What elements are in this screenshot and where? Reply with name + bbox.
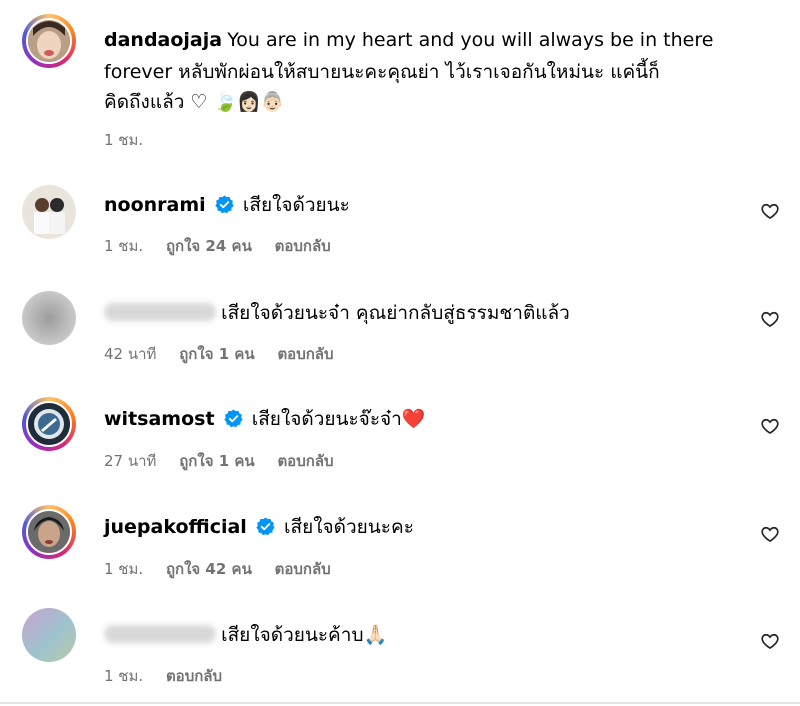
comment-text: เสียใจด้วยนะจ๊ะจ๋า❤️ — [251, 408, 426, 430]
caption-text-line: คิดถึงแล้ว ♡ 🍃👩🏻👵🏻 — [104, 91, 285, 113]
divider — [0, 702, 800, 704]
reply-button[interactable]: ตอบกลับ — [275, 560, 331, 578]
avatar — [22, 291, 76, 345]
reply-button[interactable]: ตอบกลับ — [277, 345, 333, 363]
reply-button[interactable]: ตอบกลับ — [277, 452, 333, 470]
caption-text-line: forever หลับพักผ่อนให้สบายนะคะคุณย่า ไว้… — [104, 61, 660, 83]
verified-badge-icon — [256, 517, 275, 536]
avatar — [26, 509, 72, 555]
avatar — [22, 608, 76, 662]
comment-username[interactable]: juepakofficial — [104, 516, 247, 538]
like-heart-icon[interactable] — [760, 201, 780, 221]
avatar-ring[interactable] — [22, 397, 76, 451]
avatar-ring[interactable] — [22, 14, 76, 68]
comment-text: เสียใจด้วยนะจ๋า คุณย่ากลับสู่ธรรมชาติแล้… — [221, 302, 570, 324]
comment-username[interactable]: witsamost — [104, 408, 215, 430]
caption-timestamp: 1 ชม. — [104, 131, 144, 149]
avatar-wrap[interactable] — [22, 185, 76, 239]
comment-username[interactable]: noonrami — [104, 194, 206, 216]
like-heart-icon[interactable] — [760, 524, 780, 544]
comments-panel: dandaojaja You are in my heart and you w… — [0, 0, 800, 706]
comment-text: เสียใจด้วยนะ — [242, 194, 350, 216]
hidden-username[interactable] — [104, 625, 216, 643]
comment-text: เสียใจด้วยนะคะ — [284, 516, 414, 538]
likes-count-link[interactable]: ถูกใจ 42 คน — [166, 560, 252, 578]
avatar-wrap[interactable] — [22, 608, 76, 662]
likes-count-link[interactable]: ถูกใจ 1 คน — [179, 452, 254, 470]
like-heart-icon[interactable] — [760, 309, 780, 329]
reply-button[interactable]: ตอบกลับ — [275, 237, 331, 255]
comment-timestamp: 1 ชม. — [104, 560, 144, 578]
caption-username[interactable]: dandaojaja — [104, 29, 222, 51]
avatar-wrap[interactable] — [22, 291, 76, 345]
likes-count-link[interactable]: ถูกใจ 1 คน — [179, 345, 254, 363]
comment-timestamp: 27 นาที — [104, 452, 157, 470]
verified-badge-icon — [224, 409, 243, 428]
like-heart-icon[interactable] — [760, 416, 780, 436]
avatar — [22, 185, 76, 239]
like-heart-icon[interactable] — [760, 631, 780, 651]
avatar — [26, 401, 72, 447]
avatar-ring[interactable] — [22, 505, 76, 559]
comment-timestamp: 1 ชม. — [104, 237, 144, 255]
reply-button[interactable]: ตอบกลับ — [166, 667, 222, 685]
likes-count-link[interactable]: ถูกใจ 24 คน — [166, 237, 252, 255]
comment-text: เสียใจด้วยนะค้าบ🙏🏻 — [221, 624, 388, 646]
comment-timestamp: 42 นาที — [104, 345, 157, 363]
verified-badge-icon — [215, 195, 234, 214]
comment-timestamp: 1 ชม. — [104, 667, 144, 685]
caption-text: You are in my heart and you will always … — [227, 29, 714, 51]
avatar — [26, 18, 72, 64]
hidden-username[interactable] — [104, 303, 216, 321]
